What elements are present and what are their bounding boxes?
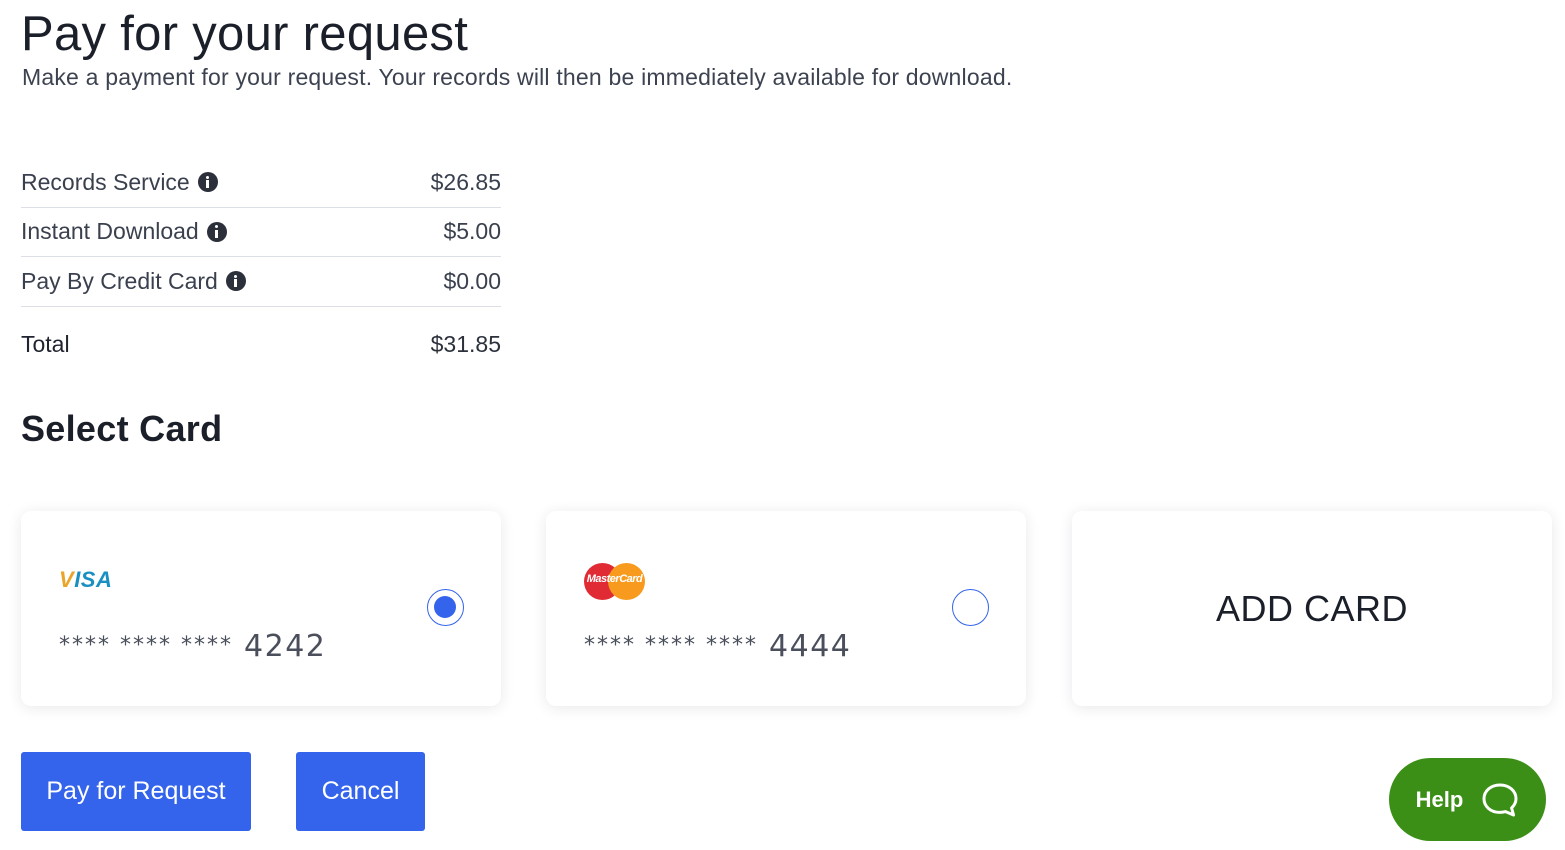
add-card-button[interactable]: ADD CARD: [1072, 511, 1552, 706]
chat-bubble-icon: [1481, 782, 1519, 818]
info-icon[interactable]: [225, 271, 246, 292]
card-number: **** **** **** 4242: [59, 629, 326, 664]
help-label: Help: [1415, 786, 1464, 812]
fee-amount: $0.00: [443, 267, 501, 294]
card-last4: 4444: [769, 629, 852, 664]
add-card-label: ADD CARD: [1215, 587, 1408, 629]
cancel-button[interactable]: Cancel: [296, 752, 425, 831]
card-number-mask: **** **** ****: [584, 633, 758, 658]
mastercard-logo: MasterCard: [584, 563, 645, 600]
fee-label: Records Service: [21, 168, 190, 195]
visa-logo: VISA: [59, 567, 113, 592]
help-button[interactable]: Help: [1389, 758, 1546, 841]
fee-row-instant-download: Instant Download $5.00: [21, 208, 501, 257]
card-radio-visa[interactable]: [427, 589, 464, 626]
card-last4: 4242: [244, 629, 327, 664]
card-option-mastercard[interactable]: MasterCard **** **** **** 4444: [546, 511, 1026, 706]
card-number: **** **** **** 4444: [584, 629, 851, 664]
card-number-mask: **** **** ****: [59, 633, 233, 658]
fee-label: Instant Download: [21, 218, 199, 245]
fee-row-pay-by-credit-card: Pay By Credit Card $0.00: [21, 257, 501, 307]
total-amount: $31.85: [430, 331, 501, 357]
card-radio-mastercard[interactable]: [952, 589, 989, 626]
page-subtitle: Make a payment for your request. Your re…: [22, 64, 1013, 90]
fee-row-records-service: Records Service $26.85: [21, 158, 501, 208]
info-icon[interactable]: [206, 221, 227, 242]
fee-amount: $5.00: [443, 218, 501, 245]
fee-summary: Records Service $26.85 Instant Download …: [21, 158, 501, 383]
fee-label: Pay By Credit Card: [21, 267, 218, 294]
card-option-visa[interactable]: VISA **** **** **** 4242: [21, 511, 501, 706]
page-title: Pay for your request: [21, 7, 469, 61]
total-label: Total: [21, 331, 70, 357]
select-card-title: Select Card: [21, 408, 223, 449]
total-row: Total $31.85: [21, 307, 501, 383]
info-icon[interactable]: [197, 172, 218, 193]
fee-amount: $26.85: [430, 168, 501, 195]
pay-for-request-button[interactable]: Pay for Request: [21, 752, 251, 831]
